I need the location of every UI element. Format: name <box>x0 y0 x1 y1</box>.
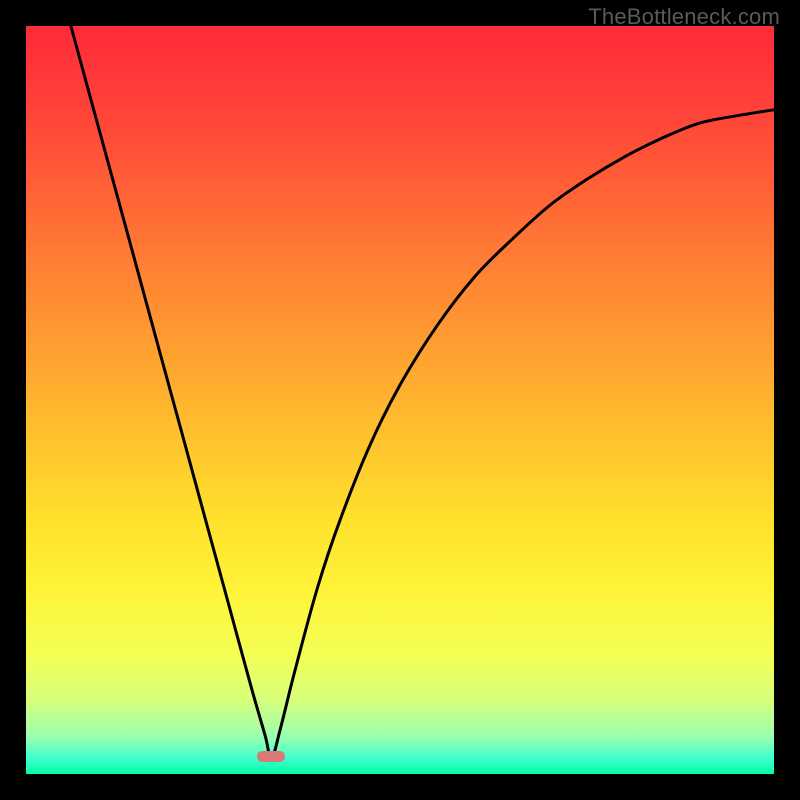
bottleneck-curve-path <box>71 26 774 759</box>
curve-svg <box>26 26 774 774</box>
min-marker <box>257 751 285 762</box>
outer-frame: TheBottleneck.com <box>0 0 800 800</box>
plot-area <box>26 26 774 774</box>
